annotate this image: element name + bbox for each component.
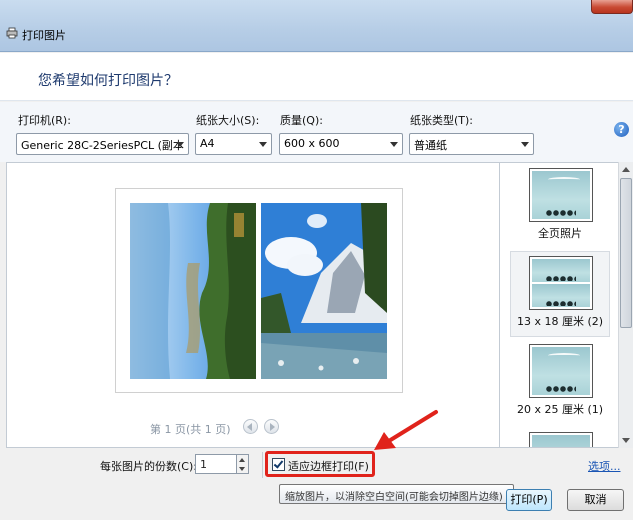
paper-preview: [115, 188, 403, 393]
arrow-up-icon: [622, 167, 630, 172]
chevron-down-icon: [390, 142, 398, 147]
layout-label: 20 x 25 厘米 (1): [516, 403, 604, 416]
arrow-down-icon: [239, 467, 245, 471]
fit-to-frame-checkbox[interactable]: [272, 458, 285, 471]
printer-label: 打印机(R):: [18, 114, 71, 127]
photo-mountain-preview: [261, 203, 387, 379]
copies-stepper[interactable]: [236, 454, 249, 474]
layout-thumbnail: [529, 168, 593, 222]
paper-type-select[interactable]: 普通纸: [409, 133, 534, 155]
printer-icon: [6, 27, 18, 39]
paper-size-select[interactable]: A4: [195, 133, 272, 155]
layout-item-partial[interactable]: [510, 427, 610, 447]
layout-list: 全页照片 13 x 18 厘米 (2) 20 x 25 厘米 (1): [500, 162, 618, 448]
arrow-down-icon: [622, 438, 630, 443]
printer-select-value: Generic 28C-2SeriesPCL (副本 1): [21, 139, 189, 152]
options-link[interactable]: 选项...: [588, 458, 621, 474]
quality-select-value: 600 x 600: [284, 137, 340, 150]
bottom-controls: 每张图片的份数(C): 1 适应边框打印(F) 选项... 缩放图片，以消除空白…: [0, 448, 633, 520]
tooltip: 缩放图片，以消除空白空间(可能会切掉图片边缘): [279, 484, 514, 504]
layout-thumbnail: [529, 432, 593, 447]
printer-select[interactable]: Generic 28C-2SeriesPCL (副本 1): [16, 133, 189, 155]
next-page-button[interactable]: [264, 419, 279, 434]
copies-label: 每张图片的份数(C):: [100, 460, 197, 473]
layout-thumbnail: [529, 256, 593, 310]
chevron-down-icon: [521, 142, 529, 147]
layout-item-20x25[interactable]: 20 x 25 厘米 (1): [510, 339, 610, 425]
print-preview: 第 1 页(共 1 页): [6, 162, 500, 448]
checkmark-icon: [273, 458, 284, 469]
layout-item-full-page[interactable]: 全页照片: [510, 163, 610, 249]
window-title: 打印图片: [22, 29, 66, 42]
layout-item-13x18[interactable]: 13 x 18 厘米 (2): [510, 251, 610, 337]
cancel-button[interactable]: 取消: [567, 489, 624, 511]
paper-size-select-value: A4: [200, 137, 215, 150]
layout-thumbnail: [529, 344, 593, 398]
title-bar: 打印图片: [0, 0, 633, 52]
previous-page-button[interactable]: [243, 419, 258, 434]
print-button[interactable]: 打印(P): [506, 489, 552, 511]
scroll-up-button[interactable]: [619, 162, 633, 177]
chevron-down-icon: [176, 142, 184, 147]
paper-type-select-value: 普通纸: [414, 139, 447, 152]
quality-label: 质量(Q):: [280, 114, 323, 127]
print-options: 打印机(R): 纸张大小(S): 质量(Q): 纸张类型(T): Generic…: [0, 102, 633, 162]
layout-label: 全页照片: [538, 227, 582, 240]
arrow-left-icon: [247, 423, 252, 431]
layout-label: 13 x 18 厘米 (2): [516, 315, 604, 328]
page-indicator: 第 1 页(共 1 页): [150, 423, 231, 436]
photo-lake-preview: [130, 203, 256, 379]
scroll-down-button[interactable]: [619, 433, 633, 448]
quality-select[interactable]: 600 x 600: [279, 133, 403, 155]
copies-input[interactable]: 1: [195, 454, 237, 474]
close-button[interactable]: [591, 0, 633, 14]
arrow-right-icon: [270, 423, 275, 431]
help-icon[interactable]: ?: [614, 122, 629, 137]
arrow-up-icon: [239, 458, 245, 462]
paper-size-label: 纸张大小(S):: [196, 114, 260, 127]
paper-type-label: 纸张类型(T):: [410, 114, 474, 127]
page-title: 您希望如何打印图片？: [38, 73, 178, 89]
fit-to-frame-label[interactable]: 适应边框打印(F): [288, 458, 369, 474]
chevron-down-icon: [259, 142, 267, 147]
scroll-thumb[interactable]: [620, 178, 632, 328]
divider: [262, 452, 263, 478]
header: 您希望如何打印图片？: [0, 53, 633, 101]
layout-scrollbar[interactable]: [618, 162, 633, 448]
annotation-arrow-icon: [374, 410, 438, 450]
